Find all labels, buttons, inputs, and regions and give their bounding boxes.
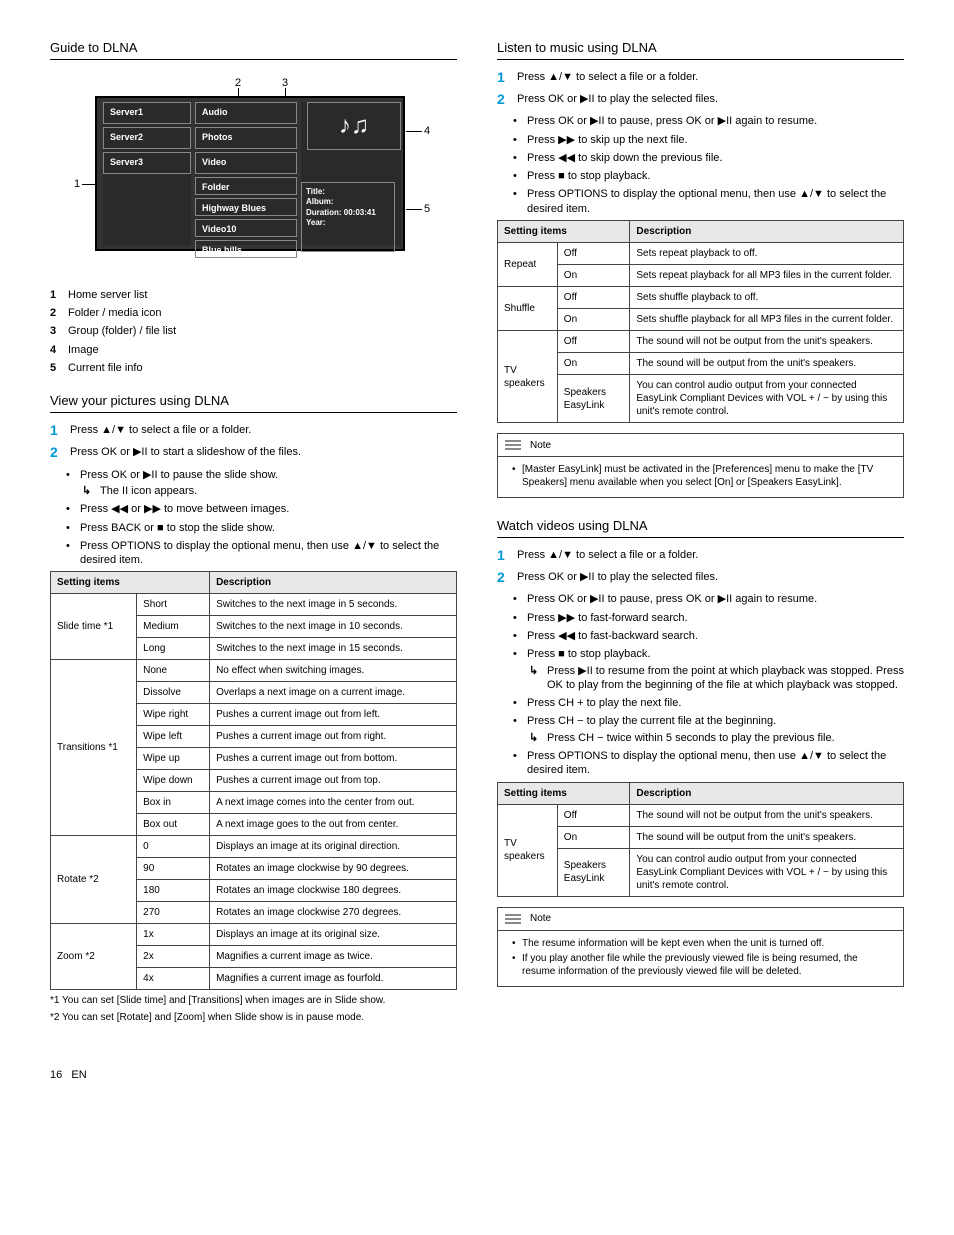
note-icon — [504, 912, 522, 926]
watch-heading: Watch videos using DLNA — [497, 518, 904, 538]
dlna-diagram: 1 2 3 4 5 Server1 Server2 Server3 Audio … — [50, 72, 457, 272]
music-icon: ♪♫ — [307, 102, 401, 150]
callout-5: 5 — [424, 202, 430, 216]
callout-4: 4 — [424, 124, 430, 138]
guide-heading: Guide to DLNA — [50, 40, 457, 60]
note-icon — [504, 438, 522, 452]
watch-steps: 1Press ▲/▼ to select a file or a folder.… — [497, 546, 904, 586]
note-box-2: Note The resume information will be kept… — [497, 907, 904, 987]
music-settings-table: Setting itemsDescription RepeatOffSets r… — [497, 220, 904, 423]
footnote-2: *2 You can set [Rotate] and [Zoom] when … — [50, 1011, 457, 1024]
picture-settings-table: Setting itemsDescription Slide time *1Sh… — [50, 571, 457, 990]
view-pictures-heading: View your pictures using DLNA — [50, 393, 457, 413]
listen-steps: 1Press ▲/▼ to select a file or a folder.… — [497, 68, 904, 108]
video-settings-table: Setting itemsDescription TV speakersOffT… — [497, 782, 904, 897]
file-info-panel: Title: Album: Duration: 00:03:41 Year: — [301, 182, 395, 252]
note-box-1: Note [Master EasyLink] must be activated… — [497, 433, 904, 498]
callout-1: 1 — [74, 177, 80, 191]
right-column: Listen to music using DLNA 1Press ▲/▼ to… — [497, 40, 904, 1028]
footnote-1: *1 You can set [Slide time] and [Transit… — [50, 994, 457, 1007]
left-column: Guide to DLNA 1 2 3 4 5 Server1 Server2 … — [50, 40, 457, 1028]
view-steps: 1Press ▲/▼ to select a file or a folder.… — [50, 421, 457, 461]
diagram-legend: 1Home server list 2Folder / media icon 3… — [50, 288, 457, 375]
page-footer: 16 EN — [50, 1068, 904, 1082]
listen-heading: Listen to music using DLNA — [497, 40, 904, 60]
